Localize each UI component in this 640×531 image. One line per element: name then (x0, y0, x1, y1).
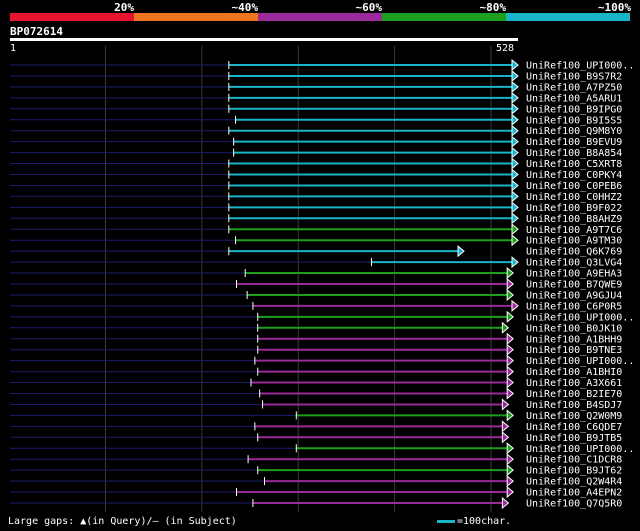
hit-label: UniRef100_C1DCR8 (526, 455, 622, 466)
hit-end-arrow (501, 496, 510, 510)
hit-end-arrow (511, 201, 519, 214)
hit-label: UniRef100_UPI000.. (526, 61, 634, 72)
hit-label: UniRef100_B9I5S5 (526, 115, 622, 126)
hit-label: UniRef100_B0JK10 (526, 323, 622, 334)
hit-end-arrow (506, 365, 514, 378)
hit-end-arrow (511, 113, 519, 126)
hit-label: UniRef100_B8AHZ9 (526, 214, 622, 225)
hit-end-arrow (511, 190, 519, 203)
hit-label: UniRef100_B8A854 (526, 148, 622, 159)
hit-label: UniRef100_B9JT62 (526, 466, 622, 477)
hit-end-arrow (506, 442, 514, 455)
hit-label: UniRef100_UPI000.. (526, 356, 634, 367)
hit-end-arrow (506, 288, 514, 302)
scale-legend: =100char. (437, 516, 511, 527)
hit-end-arrow (511, 80, 519, 93)
hit-label: UniRef100_A7PZ50 (526, 82, 622, 93)
hit-end-arrow (501, 420, 510, 433)
hit-end-arrow (506, 409, 514, 422)
hit-label: UniRef100_C0HHZ2 (526, 192, 622, 203)
hit-end-arrow (506, 464, 514, 477)
hit-end-arrow (511, 91, 519, 104)
hit-label: UniRef100_C6P0R5 (526, 301, 622, 312)
hit-end-arrow (506, 310, 514, 323)
hit-end-arrow (506, 266, 514, 280)
hit-end-arrow (511, 212, 519, 225)
hit-label: UniRef100_A9GJU4 (526, 290, 622, 301)
hit-label: UniRef100_Q2W4R4 (526, 477, 622, 488)
hit-label: UniRef100_B4SDJ7 (526, 400, 622, 411)
hit-end-arrow (506, 354, 514, 367)
hit-label: UniRef100_Q3LVG4 (526, 258, 622, 269)
hit-label: UniRef100_C0PEB6 (526, 181, 622, 192)
hit-end-arrow (511, 234, 519, 247)
hit-label: UniRef100_B9EVU9 (526, 137, 622, 148)
hit-end-arrow (506, 277, 514, 291)
hit-label: UniRef100_B9TNE3 (526, 345, 622, 356)
hit-end-arrow (506, 453, 514, 466)
hit-label: UniRef100_B9JTB5 (526, 433, 622, 444)
hit-label: UniRef100_B9IPG0 (526, 104, 622, 115)
hit-label: UniRef100_A3X661 (526, 378, 622, 389)
hit-label: UniRef100_C5XRT8 (526, 159, 622, 170)
hit-end-arrow (501, 431, 510, 444)
hit-label: UniRef100_B9S7R2 (526, 71, 622, 82)
hit-end-arrow (506, 332, 514, 345)
gaps-legend: Large gaps: ▲(in Query)/– (in Subject) (8, 516, 237, 527)
hit-label: UniRef100_UPI000.. (526, 312, 634, 323)
hit-label: UniRef100_A4EPN2 (526, 488, 622, 499)
scale-label: =100char. (457, 516, 512, 527)
hit-label: UniRef100_A9T7C6 (526, 225, 622, 236)
hit-end-arrow (506, 485, 514, 499)
hit-end-arrow (511, 179, 519, 192)
hit-end-arrow (511, 69, 519, 83)
hit-label: UniRef100_A9EHA3 (526, 269, 622, 280)
hit-label: UniRef100_Q2W0M9 (526, 411, 622, 422)
scale-line (437, 520, 455, 523)
hit-label: UniRef100_UPI000.. (526, 444, 634, 455)
hit-end-arrow (511, 124, 519, 137)
hit-label: UniRef100_A5ARU1 (526, 93, 622, 104)
hit-label: UniRef100_C6QDE7 (526, 422, 622, 433)
hit-end-arrow (511, 223, 519, 236)
hit-end-arrow (506, 376, 514, 389)
hit-end-arrow (511, 102, 519, 115)
hit-label: UniRef100_C0PKY4 (526, 170, 622, 181)
hit-label: UniRef100_Q6K769 (526, 247, 622, 258)
alignment-plot: UniRef100_UPI000..UniRef100_B9S7R2UniRef… (10, 46, 634, 512)
hit-label: UniRef100_B2IE70 (526, 389, 622, 400)
hit-end-arrow (506, 343, 514, 356)
hit-end-arrow (457, 245, 465, 258)
hit-end-arrow (506, 387, 514, 400)
hit-label: UniRef100_A1BHH9 (526, 334, 622, 345)
hit-end-arrow (511, 157, 519, 170)
hit-end-arrow (501, 321, 510, 334)
hit-label: UniRef100_A1BHI0 (526, 367, 622, 378)
hit-label: UniRef100_Q7Q5R0 (526, 499, 622, 510)
hit-label: UniRef100_B9F022 (526, 203, 622, 214)
hit-end-arrow (511, 299, 519, 312)
hit-label: UniRef100_B7QWE9 (526, 280, 622, 291)
hit-label: UniRef100_Q9M8Y0 (526, 126, 622, 137)
hit-end-arrow (506, 475, 514, 488)
hit-label: UniRef100_A9TM30 (526, 236, 622, 247)
hit-end-arrow (511, 58, 519, 72)
hit-end-arrow (511, 146, 519, 159)
hit-end-arrow (511, 135, 519, 148)
hit-end-arrow (511, 168, 519, 181)
hit-end-arrow (511, 256, 519, 269)
hit-end-arrow (501, 398, 510, 411)
